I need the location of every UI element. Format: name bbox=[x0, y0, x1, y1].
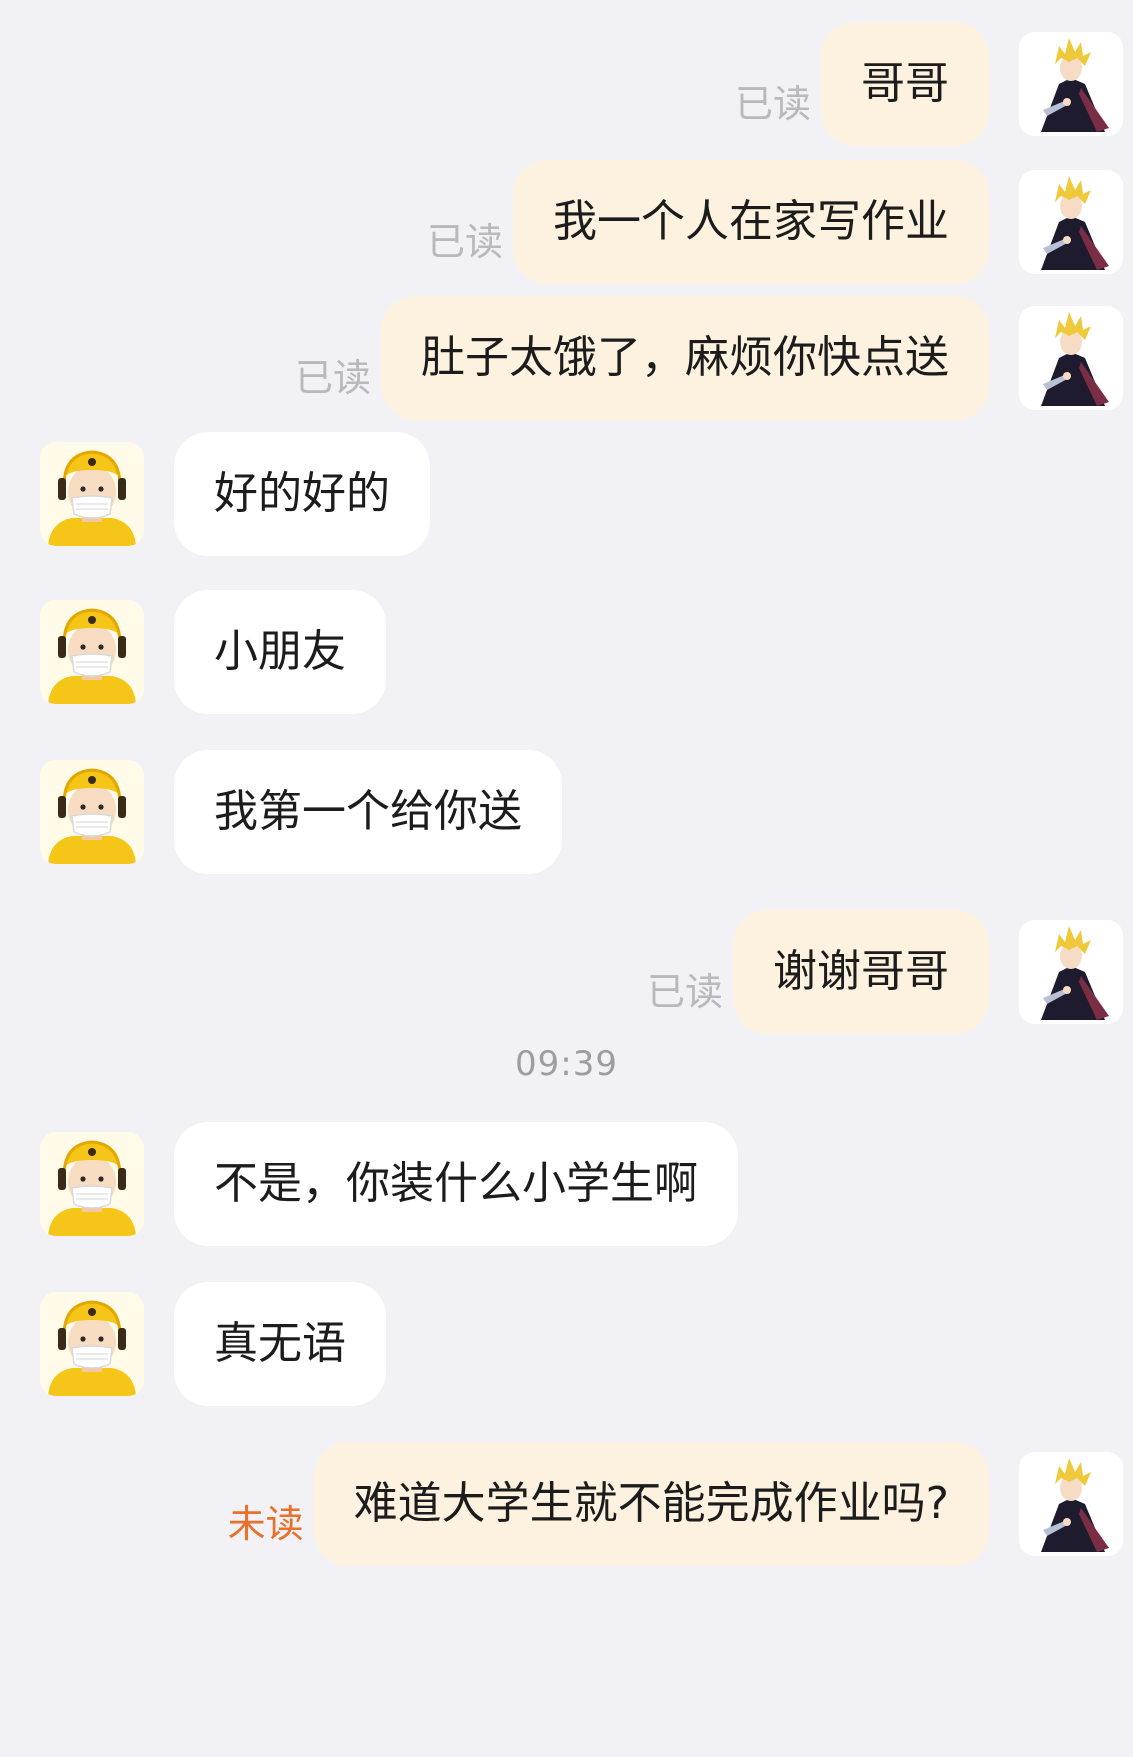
message-row-outgoing: 已读 肚子太饿了，麻烦你快点送 bbox=[0, 296, 1133, 420]
courier-avatar-icon[interactable] bbox=[40, 1132, 144, 1236]
message-bubble-outgoing[interactable]: 哥哥 bbox=[821, 22, 989, 146]
message-row-outgoing: 已读 谢谢哥哥 bbox=[0, 910, 1133, 1034]
message-bubble-incoming[interactable]: 好的好的 bbox=[174, 432, 430, 556]
message-bubble-incoming[interactable]: 小朋友 bbox=[174, 590, 386, 714]
unread-status: 未读 bbox=[227, 1502, 304, 1546]
message-bubble-outgoing[interactable]: 肚子太饿了，麻烦你快点送 bbox=[381, 296, 989, 420]
chat-conversation: 已读 哥哥 已读 我一个人在家写作业 已读 肚子太饿了，麻烦你快点送 好的好的 … bbox=[0, 0, 1133, 1757]
message-bubble-outgoing[interactable]: 难道大学生就不能完成作业吗? bbox=[313, 1442, 989, 1566]
timestamp-divider: 09:39 bbox=[515, 1044, 618, 1084]
message-bubble-incoming[interactable]: 真无语 bbox=[174, 1282, 386, 1406]
courier-avatar-icon[interactable] bbox=[40, 600, 144, 704]
read-status: 已读 bbox=[646, 970, 723, 1014]
message-row-outgoing: 已读 我一个人在家写作业 bbox=[0, 160, 1133, 284]
self-avatar-icon[interactable] bbox=[1019, 920, 1123, 1024]
message-bubble-outgoing[interactable]: 我一个人在家写作业 bbox=[513, 160, 989, 284]
message-row-incoming: 小朋友 bbox=[0, 590, 1133, 714]
courier-avatar-icon[interactable] bbox=[40, 760, 144, 864]
message-row-incoming: 不是，你装什么小学生啊 bbox=[0, 1122, 1133, 1246]
self-avatar-icon[interactable] bbox=[1019, 170, 1123, 274]
message-row-outgoing: 已读 哥哥 bbox=[0, 22, 1133, 146]
message-row-incoming: 真无语 bbox=[0, 1282, 1133, 1406]
read-status: 已读 bbox=[294, 356, 371, 400]
message-row-incoming: 好的好的 bbox=[0, 432, 1133, 556]
courier-avatar-icon[interactable] bbox=[40, 1292, 144, 1396]
message-bubble-incoming[interactable]: 我第一个给你送 bbox=[174, 750, 562, 874]
courier-avatar-icon[interactable] bbox=[40, 442, 144, 546]
read-status: 已读 bbox=[426, 220, 503, 264]
self-avatar-icon[interactable] bbox=[1019, 1452, 1123, 1556]
self-avatar-icon[interactable] bbox=[1019, 306, 1123, 410]
read-status: 已读 bbox=[734, 82, 811, 126]
message-bubble-outgoing[interactable]: 谢谢哥哥 bbox=[733, 910, 989, 1034]
message-bubble-incoming[interactable]: 不是，你装什么小学生啊 bbox=[174, 1122, 738, 1246]
message-row-incoming: 我第一个给你送 bbox=[0, 750, 1133, 874]
message-row-outgoing: 未读 难道大学生就不能完成作业吗? bbox=[0, 1442, 1133, 1566]
self-avatar-icon[interactable] bbox=[1019, 32, 1123, 136]
